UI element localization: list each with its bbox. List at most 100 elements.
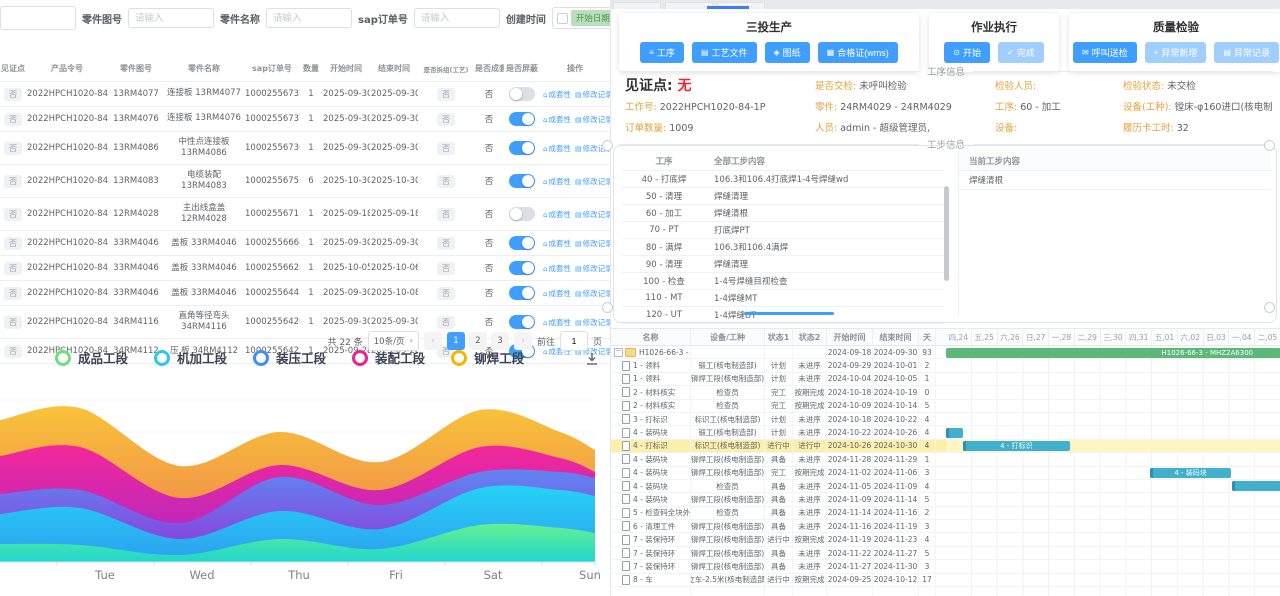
gantt-row[interactable]: 4 - 装码块锻工(核电制造部)计划未进序2024-10-222024-10-2… xyxy=(611,426,946,439)
gantt-row[interactable]: 7 - 装保持环铆焊工段(核电制造部)具备未进序2024-11-222024-1… xyxy=(611,547,946,560)
gantt-chart-row[interactable]: 4 - 装码块 xyxy=(946,467,1280,480)
button-图纸[interactable]: ◈图纸 xyxy=(765,42,810,63)
gantt-row[interactable]: 2 - 材料核实检查员完工按期完成2024-10-182024-10-190 xyxy=(611,386,946,399)
visibility-toggle[interactable] xyxy=(509,286,535,300)
visibility-toggle[interactable] xyxy=(509,112,535,126)
gantt-row[interactable]: 4 - 装码块铆焊工段(核电制造部)具备未进序2024-11-282024-11… xyxy=(611,453,946,466)
action-link-修改记录[interactable]: ▤修改记录 xyxy=(575,115,610,124)
action-link-成套性[interactable]: ⌂成套性 xyxy=(543,318,571,327)
download-icon[interactable] xyxy=(584,351,600,367)
cut-filter-input[interactable] xyxy=(0,6,76,30)
action-link-成套性[interactable]: ⌂成套性 xyxy=(543,144,571,153)
action-link-修改记录[interactable]: ▤修改记录 xyxy=(575,210,610,219)
visibility-toggle[interactable] xyxy=(509,87,535,101)
gantt-row[interactable]: 4 - 装码块铆焊工段(核电制造部)完工按期完成2024-11-022024-1… xyxy=(611,467,946,480)
action-link-修改记录[interactable]: ▤修改记录 xyxy=(575,177,610,186)
action-link-成套性[interactable]: ⌂成套性 xyxy=(543,239,571,248)
action-link-修改记录[interactable]: ▤修改记录 xyxy=(575,318,610,327)
gantt-row[interactable]: 4 - 装码块检查员具备未进序2024-11-052024-11-094 xyxy=(611,480,946,493)
gantt-chart-row[interactable] xyxy=(946,480,1280,493)
gantt-chart-row[interactable] xyxy=(946,533,1280,546)
part-name-input[interactable] xyxy=(266,8,352,28)
legend-item-装压工段[interactable]: 装压工段 xyxy=(253,348,326,367)
legend-item-装配工段[interactable]: 装配工段 xyxy=(352,348,425,367)
gantt-chart-row[interactable] xyxy=(946,547,1280,560)
process-row[interactable]: 50 - 清理焊缝清理 xyxy=(622,188,944,205)
action-link-成套性[interactable]: ⌂成套性 xyxy=(543,210,571,219)
gantt-bar[interactable]: H1026-66-3 - MHZ2A6300 xyxy=(946,348,1280,358)
gantt-chart-row[interactable] xyxy=(946,400,1280,413)
action-link-成套性[interactable]: ⌂成套性 xyxy=(543,90,571,99)
gantt-chart-row[interactable] xyxy=(946,453,1280,466)
process-row[interactable]: 120 - UT1-4焊缝UT xyxy=(622,307,944,324)
legend-item-铆焊工段[interactable]: 铆焊工段 xyxy=(451,348,524,367)
vertical-scrollbar[interactable] xyxy=(944,186,949,281)
goto-page-input[interactable] xyxy=(560,331,588,351)
visibility-toggle[interactable] xyxy=(509,261,535,275)
tab-segment[interactable] xyxy=(665,2,713,9)
horizontal-scrollbar[interactable] xyxy=(744,312,834,315)
gantt-bar[interactable] xyxy=(1232,481,1280,491)
gantt-chart-row[interactable] xyxy=(946,426,1280,439)
button-合格证(wms)[interactable]: ▦合格证(wms) xyxy=(818,42,898,63)
part-drawing-input[interactable] xyxy=(128,8,214,28)
action-link-修改记录[interactable]: ▤修改记录 xyxy=(575,264,610,273)
action-link-成套性[interactable]: ⌂成套性 xyxy=(543,115,571,124)
action-link-成套性[interactable]: ⌂成套性 xyxy=(543,264,571,273)
gantt-row[interactable]: 7 - 装保持环铆焊工段(核电制造部)进行中按期完成2024-11-192024… xyxy=(611,533,946,546)
gantt-chart-row[interactable] xyxy=(946,520,1280,533)
gantt-row[interactable]: 5 - 检查码全块外径检查员具备未进序2024-11-142024-11-162 xyxy=(611,507,946,520)
sap-order-input[interactable] xyxy=(414,8,500,28)
gantt-chart-row[interactable]: 4 - 打标识 xyxy=(946,440,1280,453)
button-工序[interactable]: ≡工序 xyxy=(640,42,684,63)
action-link-修改记录[interactable]: ▤修改记录 xyxy=(575,90,610,99)
process-row[interactable]: 40 - 打底焊106.3和106.4打底焊1-4号焊缝wd xyxy=(622,171,944,188)
gantt-row[interactable]: 6 - 清理工件铆焊工段(核电制造部)具备未进序2024-11-162024-1… xyxy=(611,520,946,533)
date-checkbox-icon[interactable] xyxy=(557,13,568,24)
gantt-chart-row[interactable] xyxy=(946,507,1280,520)
gantt-chart-row[interactable] xyxy=(946,386,1280,399)
gantt-chart-row[interactable] xyxy=(946,413,1280,426)
process-row[interactable]: 80 - 满焊106.3和106.4满焊 xyxy=(622,239,944,256)
gantt-row[interactable]: 4 - 装码块铆焊工段(核电制造部)具备未进序2024-11-092024-11… xyxy=(611,493,946,506)
date-start-input[interactable]: 开始日期 xyxy=(571,10,610,26)
gantt-row[interactable]: 3 - 打标识标识工(核电制造部)计划未进序2024-10-182024-10-… xyxy=(611,413,946,426)
gantt-row[interactable]: 7 - 装保持环铆焊工段(核电制造部)具备未进序2024-11-272024-1… xyxy=(611,560,946,573)
date-range-picker[interactable]: 开始日期 - 结束日期 xyxy=(552,7,610,29)
resize-handle[interactable] xyxy=(602,140,613,151)
gantt-chart-row[interactable] xyxy=(946,574,1280,587)
process-row[interactable]: 90 - 清理焊缝清理 xyxy=(622,256,944,273)
process-row[interactable]: 100 - 检查1-4号焊缝目视检查 xyxy=(622,273,944,290)
button-异常新增[interactable]: +异常新增 xyxy=(1145,42,1207,63)
action-link-修改记录[interactable]: ▤修改记录 xyxy=(575,239,610,248)
visibility-toggle[interactable] xyxy=(509,141,535,155)
process-row[interactable]: 60 - 加工焊缝清根 xyxy=(622,205,944,222)
button-完成[interactable]: ✓完成 xyxy=(998,42,1044,63)
active-tab-indicator[interactable] xyxy=(707,6,749,9)
gantt-bar[interactable]: 4 - 装码块 xyxy=(1150,468,1230,478)
gantt-chart-row[interactable] xyxy=(946,560,1280,573)
resize-handle[interactable] xyxy=(1264,140,1275,151)
gantt-bar[interactable] xyxy=(946,428,963,438)
gantt-row[interactable]: 8 - 车立车-2.5米(核电制造部)进行中按期完成2024-09-252024… xyxy=(611,574,946,587)
collapse-icon[interactable]: − xyxy=(614,348,623,357)
visibility-toggle[interactable] xyxy=(509,236,535,250)
legend-item-机加工段[interactable]: 机加工段 xyxy=(154,348,227,367)
gantt-row[interactable]: 4 - 打标识标识工(核电制造部)进行中进行中2024-10-262024-10… xyxy=(611,440,946,453)
legend-item-成品工段[interactable]: 成品工段 xyxy=(55,348,128,367)
tab-segment[interactable] xyxy=(613,2,661,9)
gantt-row[interactable]: 1 - 领料铆焊工段(核电制造部)计划未进序2024-10-042024-10-… xyxy=(611,373,946,386)
gantt-chart-row[interactable] xyxy=(946,373,1280,386)
process-row[interactable]: 110 - MT1-4焊缝MT xyxy=(622,290,944,307)
button-异常记录[interactable]: ▤异常记录 xyxy=(1214,42,1279,63)
gantt-row[interactable]: 2 - 材料核实检查员完工按期完成2024-10-092024-10-145 xyxy=(611,400,946,413)
button-工艺文件[interactable]: ▤工艺文件 xyxy=(692,42,757,63)
action-link-成套性[interactable]: ⌂成套性 xyxy=(543,289,571,298)
gantt-chart-row[interactable]: H1026-66-3 - MHZ2A6300 xyxy=(946,346,1280,359)
gantt-chart-row[interactable] xyxy=(946,359,1280,372)
action-link-修改记录[interactable]: ▤修改记录 xyxy=(575,289,610,298)
action-link-成套性[interactable]: ⌂成套性 xyxy=(543,177,571,186)
button-开始[interactable]: ⊙开始 xyxy=(944,42,990,63)
visibility-toggle[interactable] xyxy=(509,315,535,329)
gantt-bar[interactable]: 4 - 打标识 xyxy=(963,441,1070,451)
